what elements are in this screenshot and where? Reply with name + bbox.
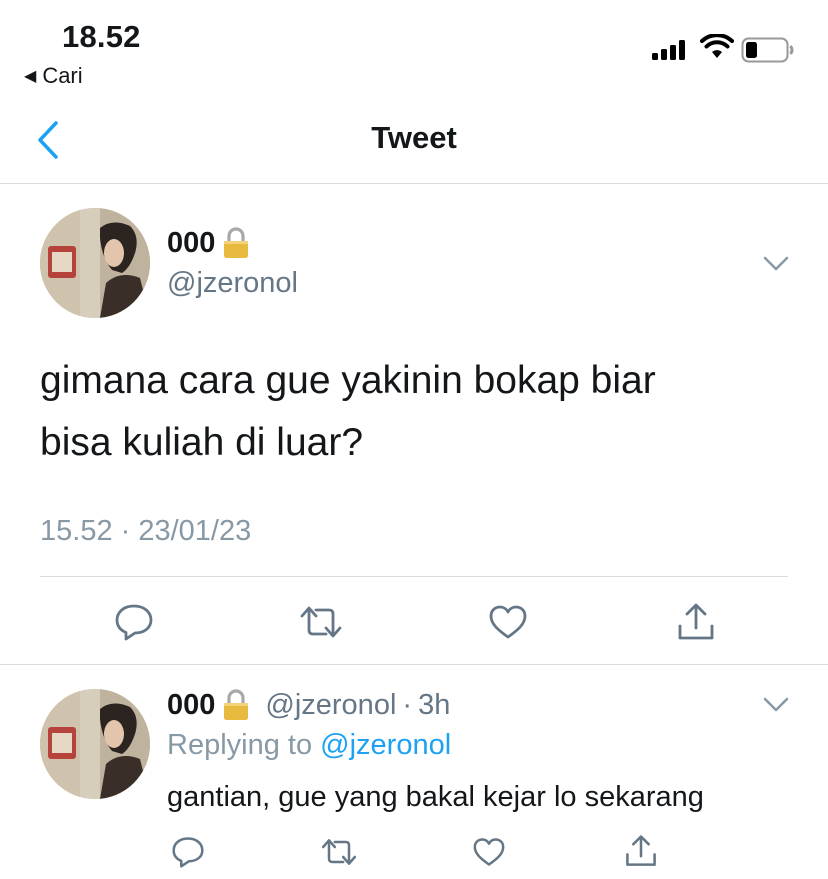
reply-button[interactable] — [110, 600, 158, 644]
chevron-down-icon[interactable] — [763, 697, 789, 713]
lock-icon — [224, 689, 249, 720]
signal-icon — [652, 40, 685, 60]
share-button[interactable] — [672, 600, 720, 644]
tweet-timestamp[interactable]: 15.52 · 23/01/23 — [40, 515, 251, 548]
reply-author-handle[interactable]: @jzeronol — [265, 689, 396, 722]
reply-reply-button[interactable] — [166, 832, 210, 872]
reply-icon — [115, 604, 153, 641]
reply-author-name[interactable]: 000 — [167, 689, 215, 722]
back-triangle-icon: ◀ — [24, 68, 37, 85]
chevron-down-icon[interactable] — [763, 256, 789, 272]
replying-to: Replying to @jzeronol — [167, 729, 451, 762]
reply-share-button[interactable] — [619, 830, 663, 872]
wifi-icon — [700, 34, 734, 58]
page-title: Tweet — [371, 120, 457, 155]
back-to-app-button[interactable]: ◀ Cari — [24, 63, 83, 89]
back-app-label: Cari — [42, 63, 83, 88]
tweet-text-line: bisa kuliah di luar? — [40, 421, 364, 464]
author-name[interactable]: 000 — [167, 226, 251, 260]
replying-to-link[interactable]: @jzeronol — [320, 729, 451, 761]
retweet-icon — [321, 839, 357, 865]
avatar[interactable] — [40, 208, 150, 318]
reply-header: 000 @jzeronol · 3h — [167, 688, 450, 722]
status-time: 18.52 — [62, 19, 141, 54]
like-icon — [473, 838, 505, 866]
reply-avatar[interactable] — [40, 689, 150, 799]
reply-like-button[interactable] — [467, 832, 511, 872]
tweet-divider — [40, 576, 788, 577]
chevron-left-icon[interactable] — [36, 120, 60, 160]
reply-icon — [172, 837, 204, 868]
reply-retweet-button[interactable] — [317, 832, 361, 872]
reply-divider — [0, 664, 828, 665]
retweet-button[interactable] — [297, 600, 345, 644]
battery-icon — [741, 37, 794, 63]
lock-icon — [224, 227, 249, 258]
tweet-text-line: gimana cara gue yakinin bokap biar — [40, 359, 656, 402]
author-display-name: 000 — [167, 226, 216, 259]
like-icon — [489, 605, 527, 639]
reply-text: gantian, gue yang bakal kejar lo sekaran… — [167, 781, 704, 813]
share-icon — [678, 603, 714, 640]
author-handle[interactable]: @jzeronol — [167, 267, 298, 300]
retweet-icon — [300, 606, 342, 638]
replying-prefix: Replying to — [167, 729, 313, 761]
tweet-text: gimana cara gue yakinin bokap biar bisa … — [40, 350, 780, 474]
like-button[interactable] — [484, 600, 532, 644]
nav-divider — [0, 183, 828, 184]
share-icon — [626, 835, 656, 866]
separator-dot: · — [402, 688, 413, 721]
reply-age: 3h — [418, 688, 451, 721]
